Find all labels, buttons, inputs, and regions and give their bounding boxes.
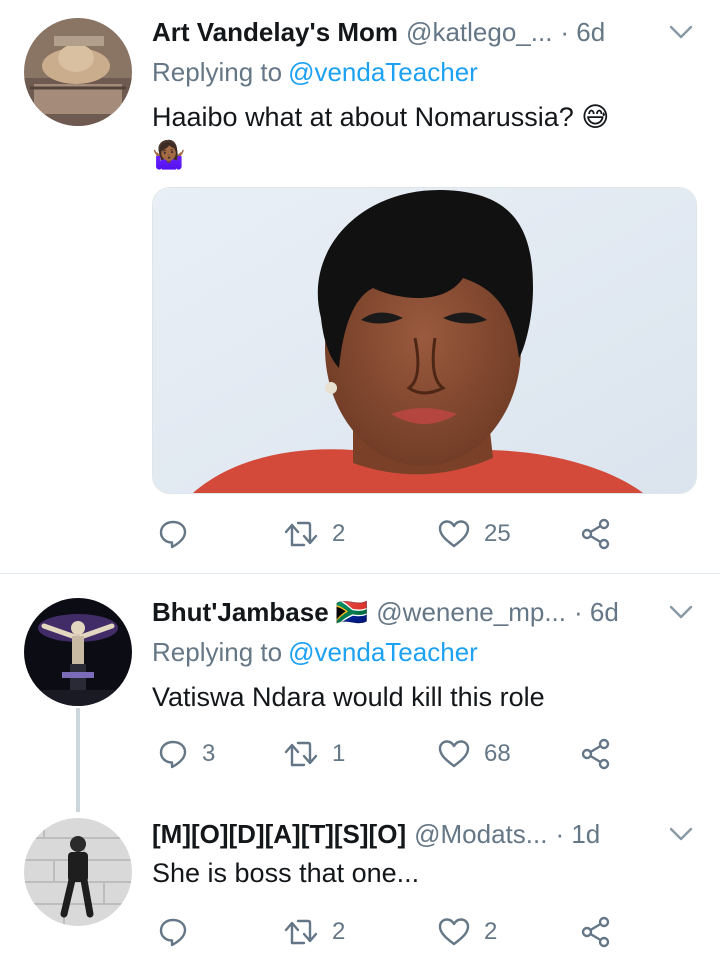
like-button[interactable]: 2: [438, 912, 497, 952]
replying-to: Replying to @vendaTeacher: [152, 634, 478, 670]
user-handle[interactable]: @wenene_mp...: [376, 597, 566, 628]
like-count: 25: [484, 520, 511, 547]
retweet-button[interactable]: 2: [284, 514, 345, 554]
like-icon: [438, 918, 470, 946]
like-icon: [438, 520, 470, 548]
retweet-count: 2: [332, 918, 346, 945]
share-icon: [581, 916, 610, 948]
timestamp[interactable]: · 6d: [560, 17, 605, 48]
tweet-text-line: Haaibo what at about Nomarussia? 😅: [152, 102, 610, 132]
share-icon: [581, 518, 610, 550]
like-count: 68: [484, 740, 511, 767]
thread-connector-line: [76, 708, 80, 812]
avatar-image: [24, 818, 132, 926]
timestamp[interactable]: · 6d: [574, 597, 619, 628]
chevron-down-icon[interactable]: [668, 19, 694, 45]
share-button[interactable]: [580, 912, 612, 952]
replying-to: Replying to @vendaTeacher: [152, 54, 478, 90]
reply-button[interactable]: 3: [158, 734, 215, 774]
reply-count: 3: [202, 740, 216, 767]
share-icon: [581, 738, 610, 770]
tweet-actions: 3 1 68: [152, 734, 612, 774]
retweet-icon: [284, 741, 318, 767]
reply-icon: [159, 740, 187, 769]
tweet-actions: 2 2: [152, 912, 612, 952]
reply-icon: [159, 520, 187, 549]
tweet-actions: 2 25: [152, 514, 612, 554]
reply-button[interactable]: [158, 912, 202, 952]
like-button[interactable]: 68: [438, 734, 511, 774]
retweet-count: 1: [332, 740, 346, 767]
user-handle[interactable]: @Modats...: [414, 819, 547, 850]
tweet-text: Vatiswa Ndara would kill this role: [152, 682, 545, 712]
display-name[interactable]: Art Vandelay's Mom: [152, 17, 398, 48]
tweet-media-image[interactable]: [152, 187, 697, 494]
tweet-1[interactable]: Art Vandelay's Mom @katlego_... · 6d Rep…: [0, 0, 720, 572]
like-icon: [438, 740, 470, 768]
display-name[interactable]: Bhut'Jambase 🇿🇦: [152, 597, 368, 628]
user-handle[interactable]: @katlego_...: [406, 17, 552, 48]
replying-to-label: Replying to: [152, 637, 283, 667]
like-button[interactable]: 25: [438, 514, 511, 554]
retweet-icon: [284, 521, 318, 547]
share-button[interactable]: [580, 734, 612, 774]
timestamp[interactable]: · 1d: [555, 819, 600, 850]
tweet-text: She is boss that one...: [152, 858, 420, 888]
avatar[interactable]: [24, 18, 132, 126]
retweet-button[interactable]: 2: [284, 912, 345, 952]
avatar-image: [24, 18, 132, 126]
avatar[interactable]: [24, 598, 132, 706]
chevron-down-icon[interactable]: [668, 821, 694, 847]
share-button[interactable]: [580, 514, 612, 554]
retweet-button[interactable]: 1: [284, 734, 345, 774]
tweet-text-line: 🤷🏾‍♀️: [152, 140, 186, 170]
display-name[interactable]: [M][O][D][A][T][S][O]: [152, 819, 406, 850]
reply-button[interactable]: [158, 514, 202, 554]
tweet-text: Haaibo what at about Nomarussia? 😅 🤷🏾‍♀️: [152, 98, 694, 174]
chevron-down-icon[interactable]: [668, 599, 694, 625]
reply-icon: [159, 918, 187, 947]
avatar-image: [24, 598, 132, 706]
retweet-icon: [284, 919, 318, 945]
like-count: 2: [484, 918, 498, 945]
portrait-image: [153, 188, 696, 493]
tweet-3[interactable]: [M][O][D][A][T][S][O] @Modats... · 1d Sh…: [0, 804, 720, 954]
mention-link[interactable]: @vendaTeacher: [288, 57, 478, 87]
avatar[interactable]: [24, 818, 132, 926]
replying-to-label: Replying to: [152, 57, 283, 87]
retweet-count: 2: [332, 520, 346, 547]
mention-link[interactable]: @vendaTeacher: [288, 637, 478, 667]
tweet-2[interactable]: Bhut'Jambase 🇿🇦 @wenene_mp... · 6d Reply…: [0, 574, 720, 804]
